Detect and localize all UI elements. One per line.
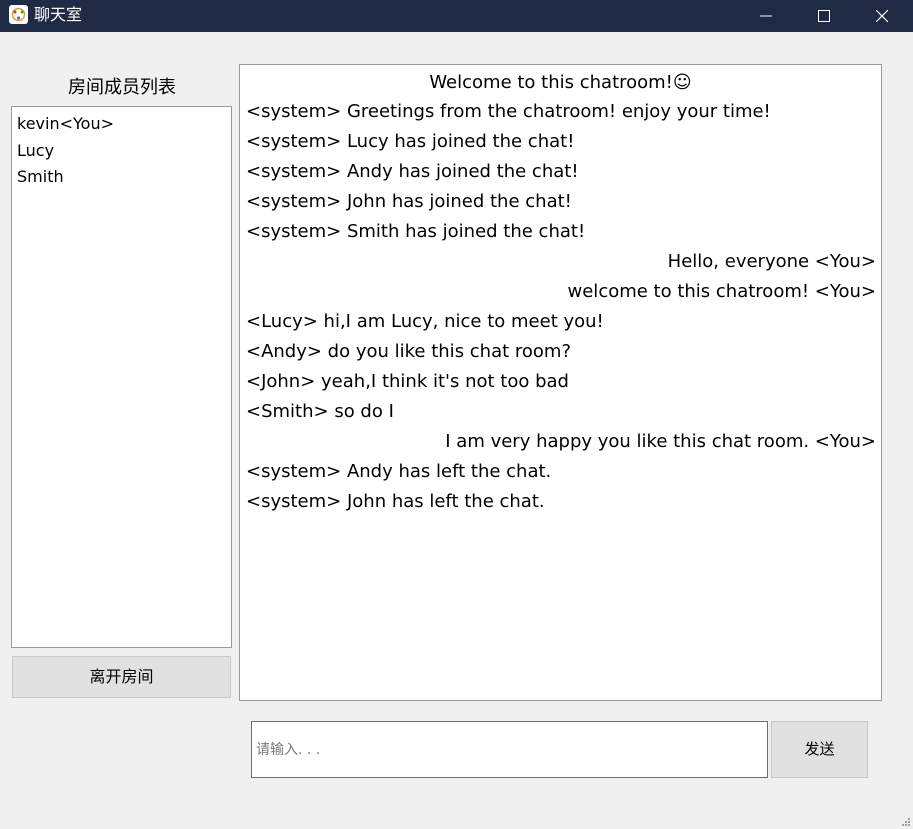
chat-message: <Smith> so do I <box>246 401 394 422</box>
chat-message: <Andy> do you like this chat room? <box>246 341 572 362</box>
chat-message: <system> Greetings from the chatroom! en… <box>246 101 771 122</box>
chat-message: <system> John has left the chat. <box>246 491 545 512</box>
maximize-button[interactable] <box>795 0 853 32</box>
chat-message: <Lucy> hi,I am Lucy, nice to meet you! <box>246 311 604 332</box>
chat-message: <system> John has joined the chat! <box>246 191 572 212</box>
resize-grip-icon[interactable] <box>901 817 911 827</box>
send-button[interactable]: 发送 <box>771 721 868 778</box>
leave-room-button[interactable]: 离开房间 <box>12 656 231 698</box>
chat-message: Welcome to this chatroom!☺ <box>429 72 692 93</box>
member-item[interactable]: Smith <box>17 166 64 188</box>
chat-message: <system> Lucy has joined the chat! <box>246 131 575 152</box>
title-bar: 聊天室 <box>0 0 913 32</box>
window-title: 聊天室 <box>34 5 83 24</box>
minimize-icon <box>760 15 772 17</box>
app-icon <box>9 5 28 24</box>
member-list[interactable]: kevin<You> Lucy Smith <box>11 106 232 648</box>
message-input[interactable] <box>251 721 768 778</box>
chat-message: I am very happy you like this chat room.… <box>445 431 876 452</box>
chat-message: <system> Andy has left the chat. <box>246 461 552 482</box>
close-button[interactable] <box>853 0 911 32</box>
maximize-icon <box>818 10 830 22</box>
chat-message: <system> Andy has joined the chat! <box>246 161 579 182</box>
close-icon <box>876 10 888 22</box>
chat-message: <system> Smith has joined the chat! <box>246 221 586 242</box>
chat-message: welcome to this chatroom! <You> <box>567 281 876 302</box>
chat-message: <John> yeah,I think it's not too bad <box>246 371 569 392</box>
member-item[interactable]: kevin<You> <box>17 113 114 135</box>
minimize-button[interactable] <box>737 0 795 32</box>
member-item[interactable]: Lucy <box>17 140 54 162</box>
chat-message: Hello, everyone <You> <box>667 251 876 272</box>
chat-history[interactable]: Welcome to this chatroom!☺ <system> Gree… <box>239 64 882 701</box>
member-list-title: 房间成员列表 <box>68 77 176 98</box>
